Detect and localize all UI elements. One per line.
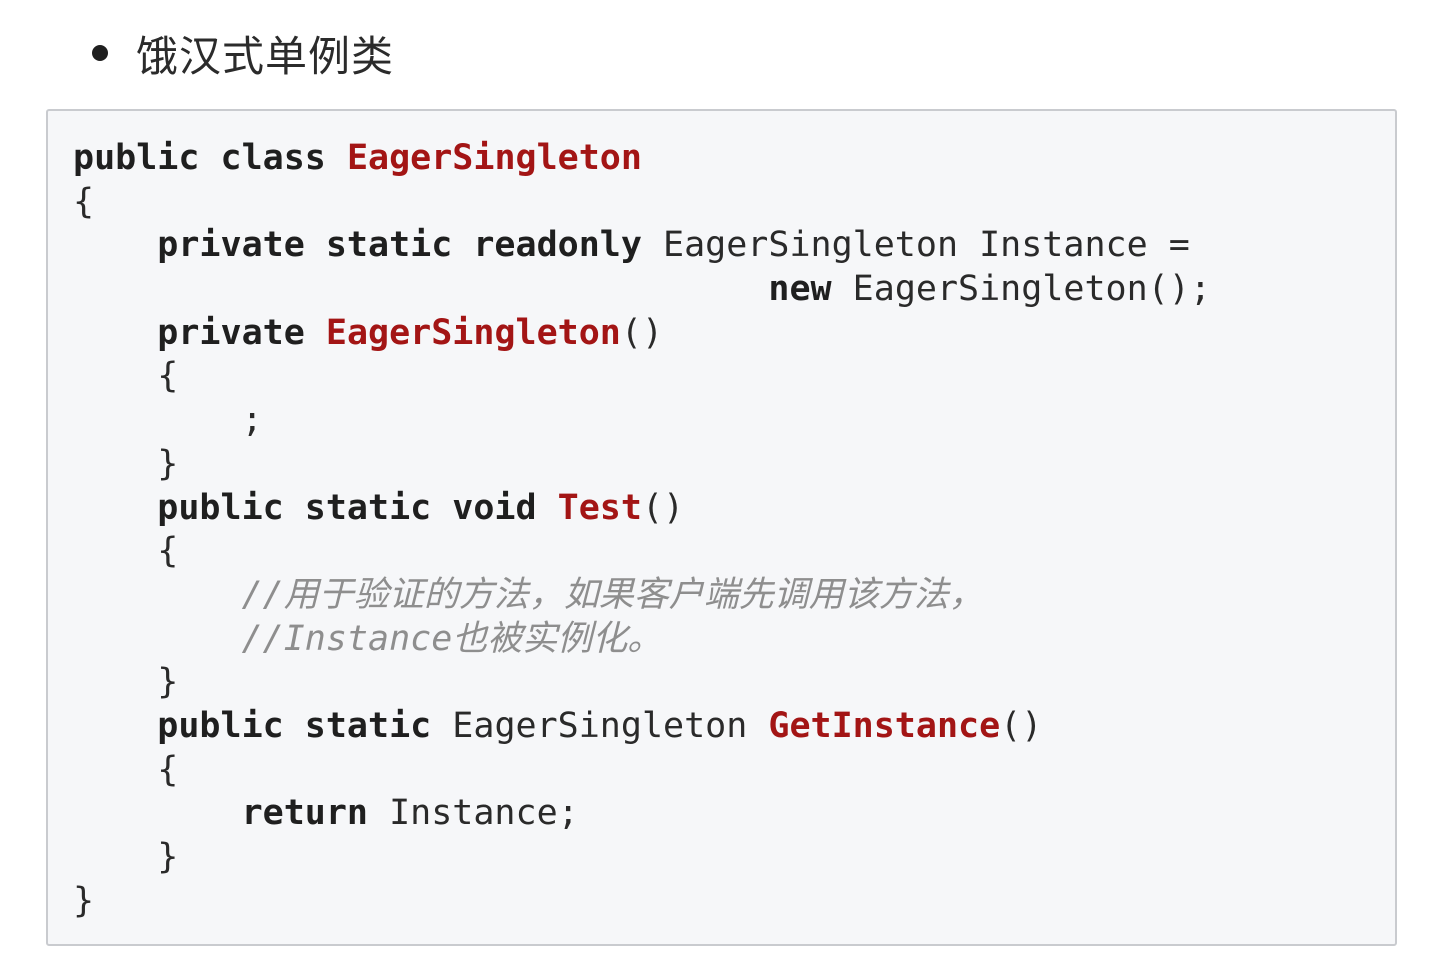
code-line: //Instance也被实例化。 xyxy=(73,618,1211,662)
code-line: public class EagerSingleton xyxy=(73,137,1211,181)
code-line: { xyxy=(73,749,1211,793)
code-token-txt: { xyxy=(73,749,179,790)
code-token-txt: } xyxy=(73,443,179,484)
code-token-txt: EagerSingleton(); xyxy=(852,269,1211,310)
bullet-item: 饿汉式单例类 xyxy=(92,22,394,84)
code-token-txt: () xyxy=(1000,705,1043,746)
code-token-kw: private static readonly xyxy=(73,225,664,266)
code-token-kw: return xyxy=(73,793,390,834)
code-token-txt: } xyxy=(73,837,179,877)
code-token-txt: EagerSingleton xyxy=(452,705,769,746)
code-token-txt: () xyxy=(641,487,685,528)
code-token-txt: { xyxy=(73,356,179,397)
code-token-name: Test xyxy=(557,487,642,528)
code-line: private static readonly EagerSingleton I… xyxy=(73,224,1211,268)
code-line: } xyxy=(73,836,1211,880)
code-token-cmt: //用于验证的方法，如果客户端先调用该方法， xyxy=(73,574,984,615)
code-line: //用于验证的方法，如果客户端先调用该方法， xyxy=(73,574,1211,618)
code-line: public static void Test() xyxy=(73,487,1211,531)
code-token-txt: } xyxy=(73,662,179,703)
code-token-kw: public static void xyxy=(73,487,558,528)
code-token-kw: public static xyxy=(73,705,453,746)
code-token-kw: private xyxy=(73,312,326,353)
code-token-name: GetInstance xyxy=(768,705,1001,746)
code-token-txt: EagerSingleton Instance = xyxy=(663,225,1190,266)
code-line: { xyxy=(73,530,1211,574)
code-token-name: EagerSingleton xyxy=(346,138,642,178)
code-token-cmt: //Instance也被实例化。 xyxy=(73,618,663,659)
code-line: } xyxy=(73,880,1211,924)
code-line: { xyxy=(73,181,1211,225)
code-token-txt: { xyxy=(73,531,179,572)
bullet-icon xyxy=(92,45,108,61)
code-token-txt: ; xyxy=(73,400,263,441)
code-line: } xyxy=(73,443,1211,487)
code-token-txt: () xyxy=(620,312,664,353)
code-line: { xyxy=(73,355,1211,399)
code-listing: public class EagerSingleton{ private sta… xyxy=(73,137,1211,923)
code-token-kw: public class xyxy=(73,138,347,178)
code-line: private EagerSingleton() xyxy=(73,312,1211,356)
code-token-txt: { xyxy=(73,181,95,222)
code-token-name: EagerSingleton xyxy=(325,312,621,353)
code-line: return Instance; xyxy=(73,792,1211,836)
code-line: new EagerSingleton(); xyxy=(73,268,1211,312)
code-token-kw: new xyxy=(768,269,853,310)
code-block: public class EagerSingleton{ private sta… xyxy=(46,109,1397,946)
code-token-txt: Instance; xyxy=(389,793,579,834)
code-line: ; xyxy=(73,399,1211,443)
code-line: } xyxy=(73,661,1211,705)
code-token-txt: } xyxy=(73,880,95,921)
section-heading: 饿汉式单例类 xyxy=(136,31,395,81)
code-line: public static EagerSingleton GetInstance… xyxy=(73,705,1211,749)
